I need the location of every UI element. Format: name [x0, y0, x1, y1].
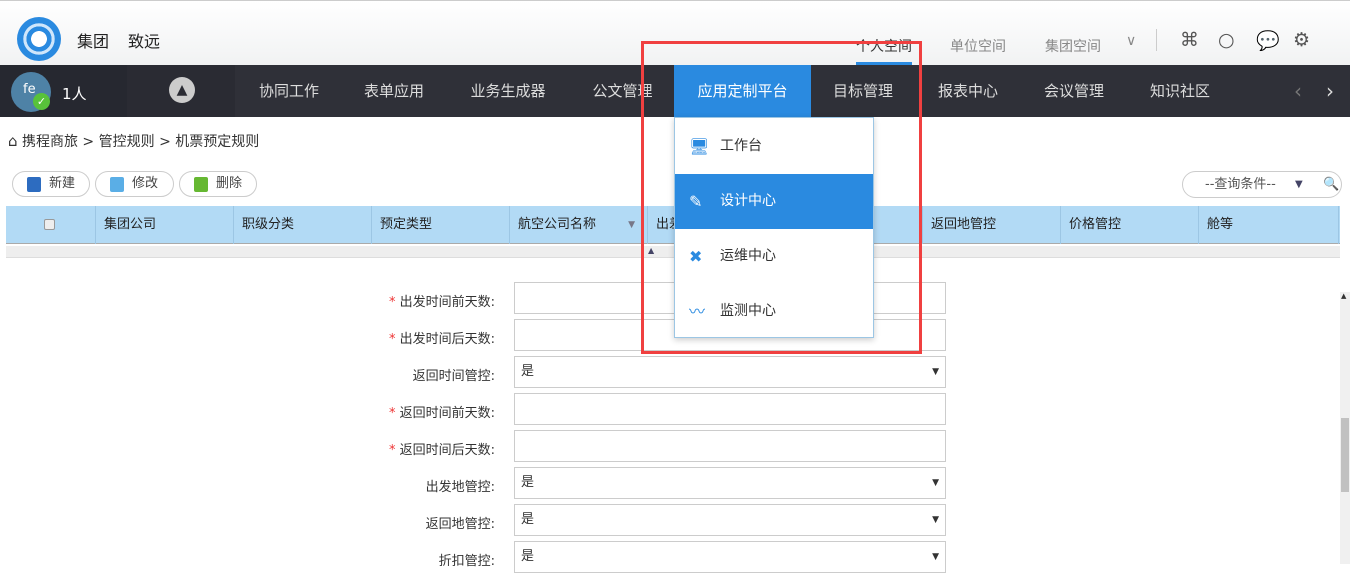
home-icon[interactable]: ⌂	[8, 132, 18, 150]
search-icon[interactable]: ○	[1218, 29, 1235, 51]
nav-next-icon[interactable]: ›	[1320, 65, 1340, 117]
trash-icon	[194, 177, 208, 192]
highlight-box	[641, 41, 922, 354]
scroll-up-icon[interactable]: ▲	[1341, 292, 1346, 300]
field-label: 返回时间管控:	[413, 365, 495, 384]
label-text: 返回地管控:	[425, 517, 495, 532]
nav-item-form[interactable]: 表单应用	[343, 65, 445, 117]
nav-item-meeting[interactable]: 会议管理	[1021, 65, 1127, 117]
label-text: 出发地管控:	[425, 480, 495, 495]
col-airline[interactable]: 航空公司名称 ▼	[510, 206, 648, 244]
dropdown-arrow-icon[interactable]: ▼	[932, 505, 939, 535]
select-field[interactable]: 是 ▼	[514, 467, 946, 499]
brand-group: 集团	[77, 32, 110, 51]
search-icon[interactable]: 🔍	[1323, 172, 1339, 197]
text-field[interactable]	[514, 393, 946, 425]
text-field[interactable]	[514, 430, 946, 462]
label-text: 折扣管控:	[438, 554, 495, 569]
delete-label: 删除	[216, 176, 243, 191]
label-text: 返回时间前天数:	[399, 406, 495, 421]
logo[interactable]	[17, 17, 61, 61]
dropdown-arrow-icon[interactable]: ▼	[1295, 172, 1303, 197]
edit-button[interactable]: 修改	[95, 171, 174, 197]
delete-button[interactable]: 删除	[179, 171, 257, 197]
field-label: * 出发时间前天数:	[389, 291, 495, 310]
new-doc-icon	[27, 177, 41, 192]
label-text: 出发时间前天数:	[399, 295, 495, 310]
field-label: * 出发时间后天数:	[389, 328, 495, 347]
field-label: 出发地管控:	[426, 476, 495, 495]
label-text: 返回时间管控:	[412, 369, 495, 384]
label-text: 出发时间后天数:	[399, 332, 495, 347]
online-check-icon: ✓	[33, 93, 50, 110]
col-booking-type[interactable]: 预定类型	[372, 206, 510, 244]
vertical-scrollbar[interactable]: ▲	[1340, 292, 1350, 564]
chevron-down-icon[interactable]: ∨	[1126, 33, 1136, 49]
query-select[interactable]: --查询条件-- ▼ 🔍	[1182, 171, 1342, 198]
field-value: 是	[521, 512, 535, 527]
col-price-control[interactable]: 价格管控	[1061, 206, 1199, 244]
required-mark: *	[388, 332, 400, 347]
select-all-checkbox[interactable]	[6, 206, 96, 244]
label-text: 返回时间后天数:	[399, 443, 495, 458]
scroll-thumb[interactable]	[1341, 418, 1349, 492]
col-return-control[interactable]: 返回地管控	[923, 206, 1061, 244]
nav-logo[interactable]: ▲	[127, 65, 235, 117]
tab-unit-space[interactable]: 单位空间	[950, 36, 1006, 56]
field-label: 返回地管控:	[426, 513, 495, 532]
nav-item-knowledge[interactable]: 知识社区	[1127, 65, 1233, 117]
edit-label: 修改	[132, 176, 159, 191]
nav-item-report[interactable]: 报表中心	[915, 65, 1021, 117]
breadcrumb: ⌂ 携程商旅 > 管控规则 > 机票预定规则	[8, 131, 259, 151]
breadcrumb-text: 携程商旅 > 管控规则 > 机票预定规则	[21, 134, 260, 150]
col-airline-label: 航空公司名称	[518, 217, 597, 232]
required-mark: *	[388, 406, 400, 421]
compass-icon: ▲	[169, 77, 195, 103]
col-group-company[interactable]: 集团公司	[96, 206, 234, 244]
nav-item-collab[interactable]: 协同工作	[235, 65, 343, 117]
tab-group-space[interactable]: 集团空间	[1045, 36, 1101, 56]
field-label: * 返回时间前天数:	[389, 402, 495, 421]
dropdown-arrow-icon[interactable]: ▼	[932, 542, 939, 572]
select-field[interactable]: 是 ▼	[514, 356, 946, 388]
dropdown-arrow-icon[interactable]: ▼	[932, 468, 939, 498]
field-value: 是	[521, 549, 535, 564]
new-label: 新建	[49, 176, 76, 191]
col-rank[interactable]: 职级分类	[234, 206, 372, 244]
online-count: 1人	[62, 85, 87, 103]
field-value: 是	[521, 475, 535, 490]
gear-icon[interactable]: ⚙	[1293, 29, 1310, 51]
apps-icon[interactable]: ⌘	[1180, 29, 1199, 51]
col-cabin[interactable]: 舱等	[1199, 206, 1339, 244]
message-icon[interactable]: 💬	[1256, 29, 1280, 52]
brand-name: 致远	[128, 32, 161, 51]
nav-prev-icon[interactable]: ‹	[1288, 65, 1308, 117]
select-field[interactable]: 是 ▼	[514, 504, 946, 536]
user-panel[interactable]: fe ✓ 1人	[0, 65, 127, 117]
sort-arrow-icon[interactable]: ▼	[628, 206, 635, 244]
select-field[interactable]: 是 ▼	[514, 541, 946, 573]
new-button[interactable]: 新建	[12, 171, 90, 197]
edit-icon	[110, 177, 124, 192]
required-mark: *	[388, 295, 400, 310]
query-placeholder: --查询条件--	[1205, 177, 1276, 192]
divider	[1156, 29, 1157, 51]
dropdown-arrow-icon[interactable]: ▼	[932, 357, 939, 387]
field-label: * 返回时间后天数:	[389, 439, 495, 458]
field-label: 折扣管控:	[439, 550, 495, 569]
nav-item-biz-generator[interactable]: 业务生成器	[445, 65, 571, 117]
field-value: 是	[521, 364, 535, 379]
required-mark: *	[388, 443, 400, 458]
